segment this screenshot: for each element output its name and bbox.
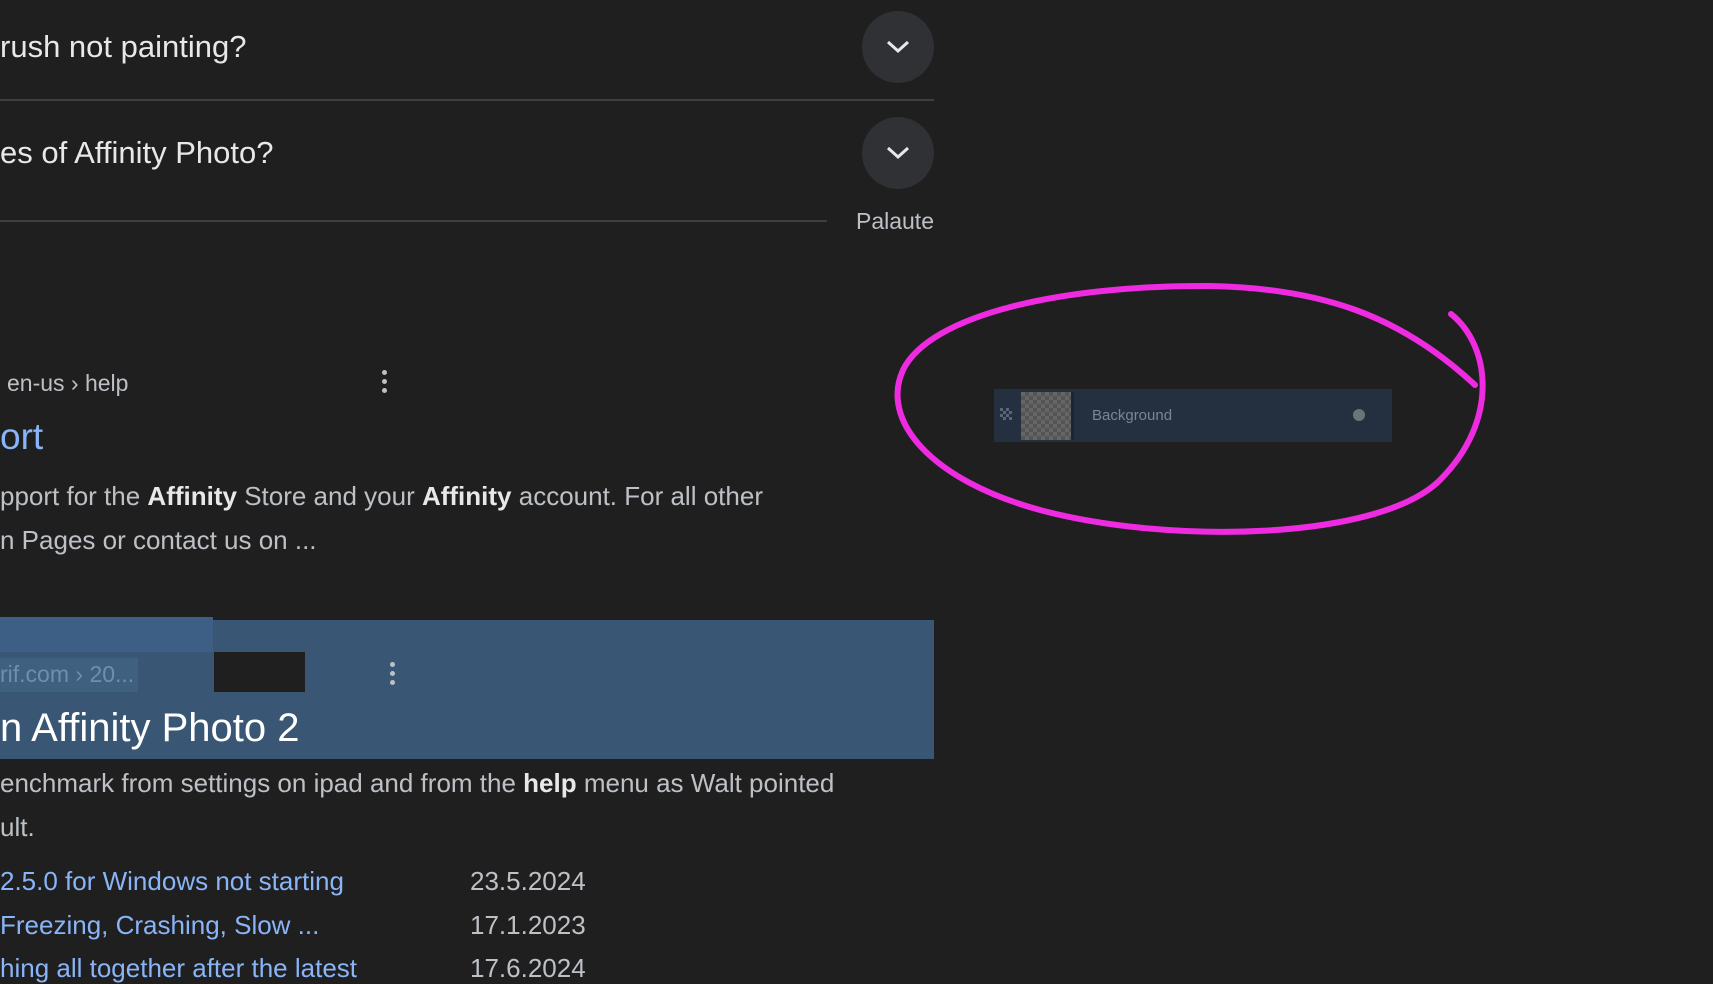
annotation-circle [894, 282, 1486, 535]
